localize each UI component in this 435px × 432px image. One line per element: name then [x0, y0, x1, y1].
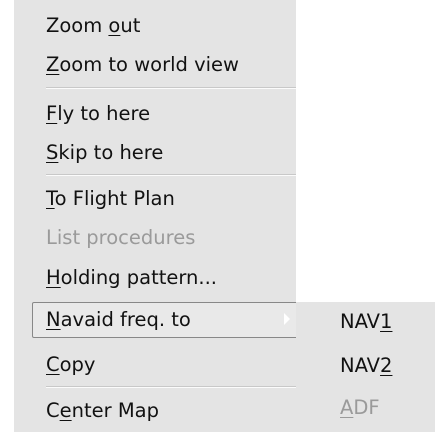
- menu-separator: [46, 174, 296, 176]
- menu-item-label: oom to world view: [59, 53, 239, 76]
- menu-item-accelerator: C: [46, 353, 60, 376]
- menu-item-accelerator: Z: [46, 53, 60, 76]
- menu-item-list-procedures: List procedures: [46, 220, 195, 256]
- menu-item-center-map[interactable]: Center Map: [46, 393, 159, 429]
- menu-item-accelerator: N: [46, 308, 61, 331]
- context-menu: Zoom out Zoom to world view Fly to here …: [14, 0, 304, 432]
- submenu-item-nav2[interactable]: NAV2: [340, 350, 392, 382]
- menu-item-to-flight-plan[interactable]: To Flight Plan: [46, 181, 175, 217]
- menu-item-skip-to-here[interactable]: Skip to here: [46, 135, 163, 171]
- menu-item-label: o Flight Plan: [54, 187, 175, 210]
- menu-item-accelerator: F: [46, 102, 58, 125]
- menu-item-label: ut: [120, 14, 141, 37]
- menu-item-label: NAV: [340, 354, 381, 377]
- menu-item-accelerator: T: [46, 187, 55, 210]
- menu-item-label: List procedures: [46, 226, 196, 249]
- menu-separator: [46, 386, 296, 388]
- menu-item-accelerator: A: [340, 396, 354, 419]
- menu-separator: [46, 87, 296, 89]
- menu-item-label: DF: [353, 396, 380, 419]
- menu-item-fly-to-here[interactable]: Fly to here: [46, 96, 150, 132]
- menu-item-navaid-freq-to[interactable]: Navaid freq. to: [46, 302, 191, 338]
- menu-item-accelerator: o: [108, 14, 121, 37]
- menu-item-label: kip to here: [58, 141, 164, 164]
- menu-item-zoom-to-world-view[interactable]: Zoom to world view: [46, 47, 239, 83]
- submenu-item-nav1[interactable]: NAV1: [340, 306, 392, 338]
- menu-item-zoom-out[interactable]: Zoom out: [46, 8, 140, 44]
- menu-item-label: ly to here: [57, 102, 151, 125]
- submenu-item-adf: ADF: [340, 392, 380, 424]
- navaid-submenu: NAV1 NAV2 ADF: [296, 302, 435, 432]
- menu-item-holding-pattern[interactable]: Holding pattern...: [46, 260, 217, 296]
- menu-item-label: C: [46, 399, 60, 422]
- menu-item-label: olding pattern...: [60, 266, 217, 289]
- menu-item-accelerator: 1: [380, 310, 393, 333]
- submenu-arrow-icon: [284, 313, 290, 325]
- menu-item-label: Zoom: [46, 14, 109, 37]
- menu-item-accelerator: e: [59, 399, 72, 422]
- menu-item-accelerator: H: [46, 266, 61, 289]
- menu-item-label: nter Map: [71, 399, 159, 422]
- menu-item-copy[interactable]: Copy: [46, 347, 95, 383]
- menu-item-accelerator: 2: [380, 354, 393, 377]
- menu-item-label: avaid freq. to: [60, 308, 191, 331]
- menu-item-accelerator: S: [46, 141, 59, 164]
- menu-item-label: NAV: [340, 310, 381, 333]
- menu-item-label: opy: [59, 353, 96, 376]
